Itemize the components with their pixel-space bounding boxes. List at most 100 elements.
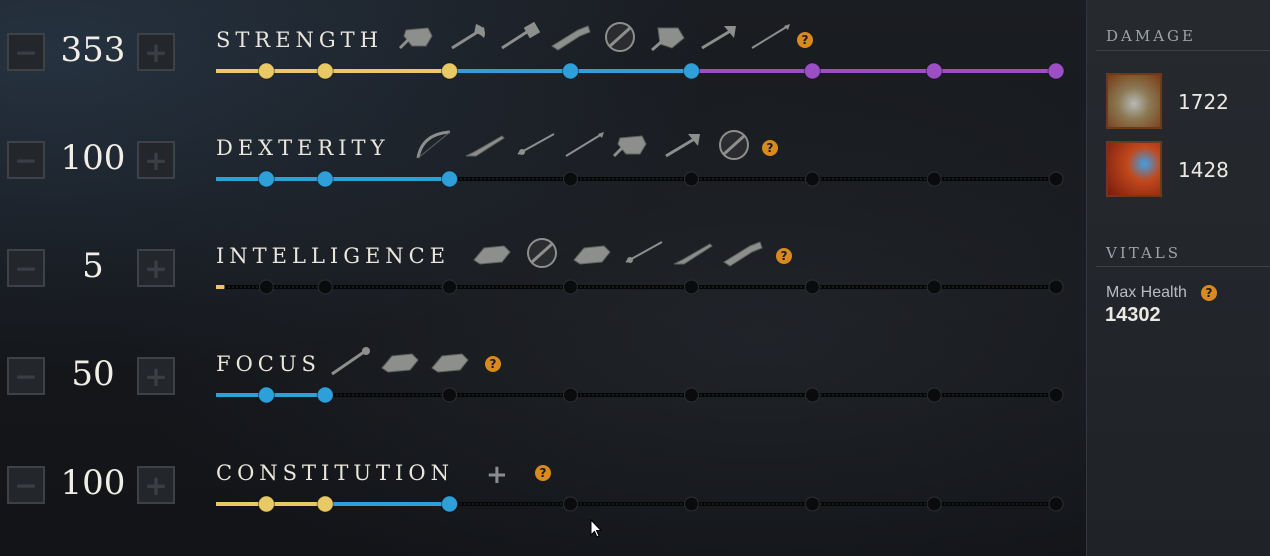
attribute-threshold-node[interactable] (1048, 387, 1064, 403)
attribute-name: CONSTITUTION (216, 461, 454, 485)
spear-icon[interactable] (748, 22, 792, 52)
attribute-threshold-node[interactable] (804, 279, 820, 295)
gauntlet-icon[interactable] (428, 346, 472, 376)
attribute-threshold-node[interactable] (441, 170, 459, 188)
scaling-weapons (398, 22, 792, 52)
attribute-threshold-node[interactable] (562, 387, 578, 403)
attribute-threshold-node[interactable] (561, 62, 579, 80)
shield-icon[interactable] (398, 22, 442, 52)
attribute-threshold-node[interactable] (441, 495, 459, 513)
attribute-row-strength: −353 + STRENGTH? (0, 0, 1086, 100)
attribute-threshold-node[interactable] (926, 387, 942, 403)
attribute-threshold-node[interactable] (257, 62, 275, 80)
minus-icon: − (14, 359, 38, 393)
increase-strength-button[interactable]: + (137, 33, 175, 71)
rapier-icon[interactable] (620, 238, 664, 268)
shield-icon[interactable] (612, 130, 656, 160)
gauntlet-icon[interactable] (378, 346, 422, 376)
blunderbuss-icon[interactable] (548, 22, 592, 52)
decrease-constitution-button[interactable]: − (7, 466, 45, 504)
damage-value-2: 1428 (1178, 158, 1229, 182)
increase-dexterity-button[interactable]: + (137, 141, 175, 179)
attribute-threshold-node[interactable] (683, 387, 699, 403)
attribute-threshold-node[interactable] (1048, 279, 1064, 295)
round-shield-icon[interactable] (712, 130, 756, 160)
attribute-threshold-node[interactable] (316, 170, 334, 188)
decrease-focus-button[interactable]: − (7, 357, 45, 395)
decrease-strength-button[interactable]: − (7, 33, 45, 71)
help-icon[interactable]: ? (762, 140, 778, 156)
attribute-threshold-node[interactable] (257, 170, 275, 188)
gauntlet-icon[interactable] (570, 238, 614, 268)
attribute-threshold-node[interactable] (926, 496, 942, 512)
attribute-threshold-node[interactable] (1048, 496, 1064, 512)
attribute-value: 100 (60, 138, 126, 178)
gauntlet-icon[interactable] (470, 238, 514, 268)
attribute-threshold-node[interactable] (683, 279, 699, 295)
attribute-value: 353 (60, 30, 126, 70)
attribute-threshold-node[interactable] (442, 279, 458, 295)
attribute-threshold-node[interactable] (562, 171, 578, 187)
attribute-threshold-node[interactable] (316, 386, 334, 404)
war-axe-icon[interactable] (448, 22, 492, 52)
attribute-threshold-node[interactable] (683, 496, 699, 512)
decrease-intelligence-button[interactable]: − (7, 249, 45, 287)
plus-icon: + (144, 143, 168, 177)
musket-icon[interactable] (462, 130, 506, 160)
attribute-threshold-node[interactable] (804, 387, 820, 403)
attribute-threshold-node[interactable] (804, 171, 820, 187)
round-shield-icon[interactable] (598, 22, 642, 52)
attribute-threshold-node[interactable] (683, 171, 699, 187)
round-shield-icon[interactable] (520, 238, 564, 268)
hatchet-icon[interactable] (698, 22, 742, 52)
attribute-threshold-node[interactable] (926, 171, 942, 187)
attribute-threshold-node[interactable] (258, 279, 274, 295)
help-icon[interactable]: ? (535, 465, 551, 481)
musket-icon[interactable] (670, 238, 714, 268)
attribute-threshold-node[interactable] (562, 279, 578, 295)
attribute-threshold-node[interactable] (804, 496, 820, 512)
attribute-threshold-node[interactable] (257, 495, 275, 513)
attribute-threshold-node[interactable] (317, 279, 333, 295)
attribute-threshold-node[interactable] (257, 386, 275, 404)
attribute-value: 100 (60, 463, 126, 503)
attribute-threshold-node[interactable] (925, 62, 943, 80)
help-icon[interactable]: ? (485, 356, 501, 372)
attribute-threshold-node[interactable] (1048, 171, 1064, 187)
scaling-weapons (328, 346, 472, 376)
attribute-threshold-node[interactable] (1047, 62, 1065, 80)
attribute-threshold-node[interactable] (562, 496, 578, 512)
staff-icon[interactable] (328, 346, 372, 376)
bow-icon[interactable] (412, 130, 456, 160)
vitals-divider (1096, 266, 1270, 267)
attribute-threshold-node[interactable] (442, 387, 458, 403)
attribute-threshold-node[interactable] (316, 495, 334, 513)
war-hammer-weapon-icon[interactable] (1106, 73, 1162, 129)
bonus-plus-icon: + (486, 460, 508, 490)
attribute-name: STRENGTH (216, 28, 384, 52)
attribute-threshold-node[interactable] (926, 279, 942, 295)
damage-value-1: 1722 (1178, 90, 1229, 114)
increase-intelligence-button[interactable]: + (137, 249, 175, 287)
minus-icon: − (14, 143, 38, 177)
attribute-threshold-node[interactable] (441, 62, 459, 80)
plus-icon: + (144, 359, 168, 393)
great-axe-icon[interactable] (648, 22, 692, 52)
attribute-row-focus: −50 + FOCUS? (0, 324, 1086, 424)
help-icon[interactable]: ? (776, 248, 792, 264)
max-health-help-icon[interactable]: ? (1201, 285, 1217, 301)
attribute-threshold-node[interactable] (682, 62, 700, 80)
attribute-threshold-node[interactable] (803, 62, 821, 80)
fire-staff-weapon-icon[interactable] (1106, 141, 1162, 197)
war-hammer-icon[interactable] (498, 22, 542, 52)
help-icon[interactable]: ? (797, 32, 813, 48)
decrease-dexterity-button[interactable]: − (7, 141, 45, 179)
increase-constitution-button[interactable]: + (137, 466, 175, 504)
attribute-name: INTELLIGENCE (216, 244, 451, 268)
rapier-icon[interactable] (512, 130, 556, 160)
spear-icon[interactable] (562, 130, 606, 160)
attribute-threshold-node[interactable] (316, 62, 334, 80)
increase-focus-button[interactable]: + (137, 357, 175, 395)
blunderbuss-icon[interactable] (720, 238, 764, 268)
hatchet-icon[interactable] (662, 130, 706, 160)
